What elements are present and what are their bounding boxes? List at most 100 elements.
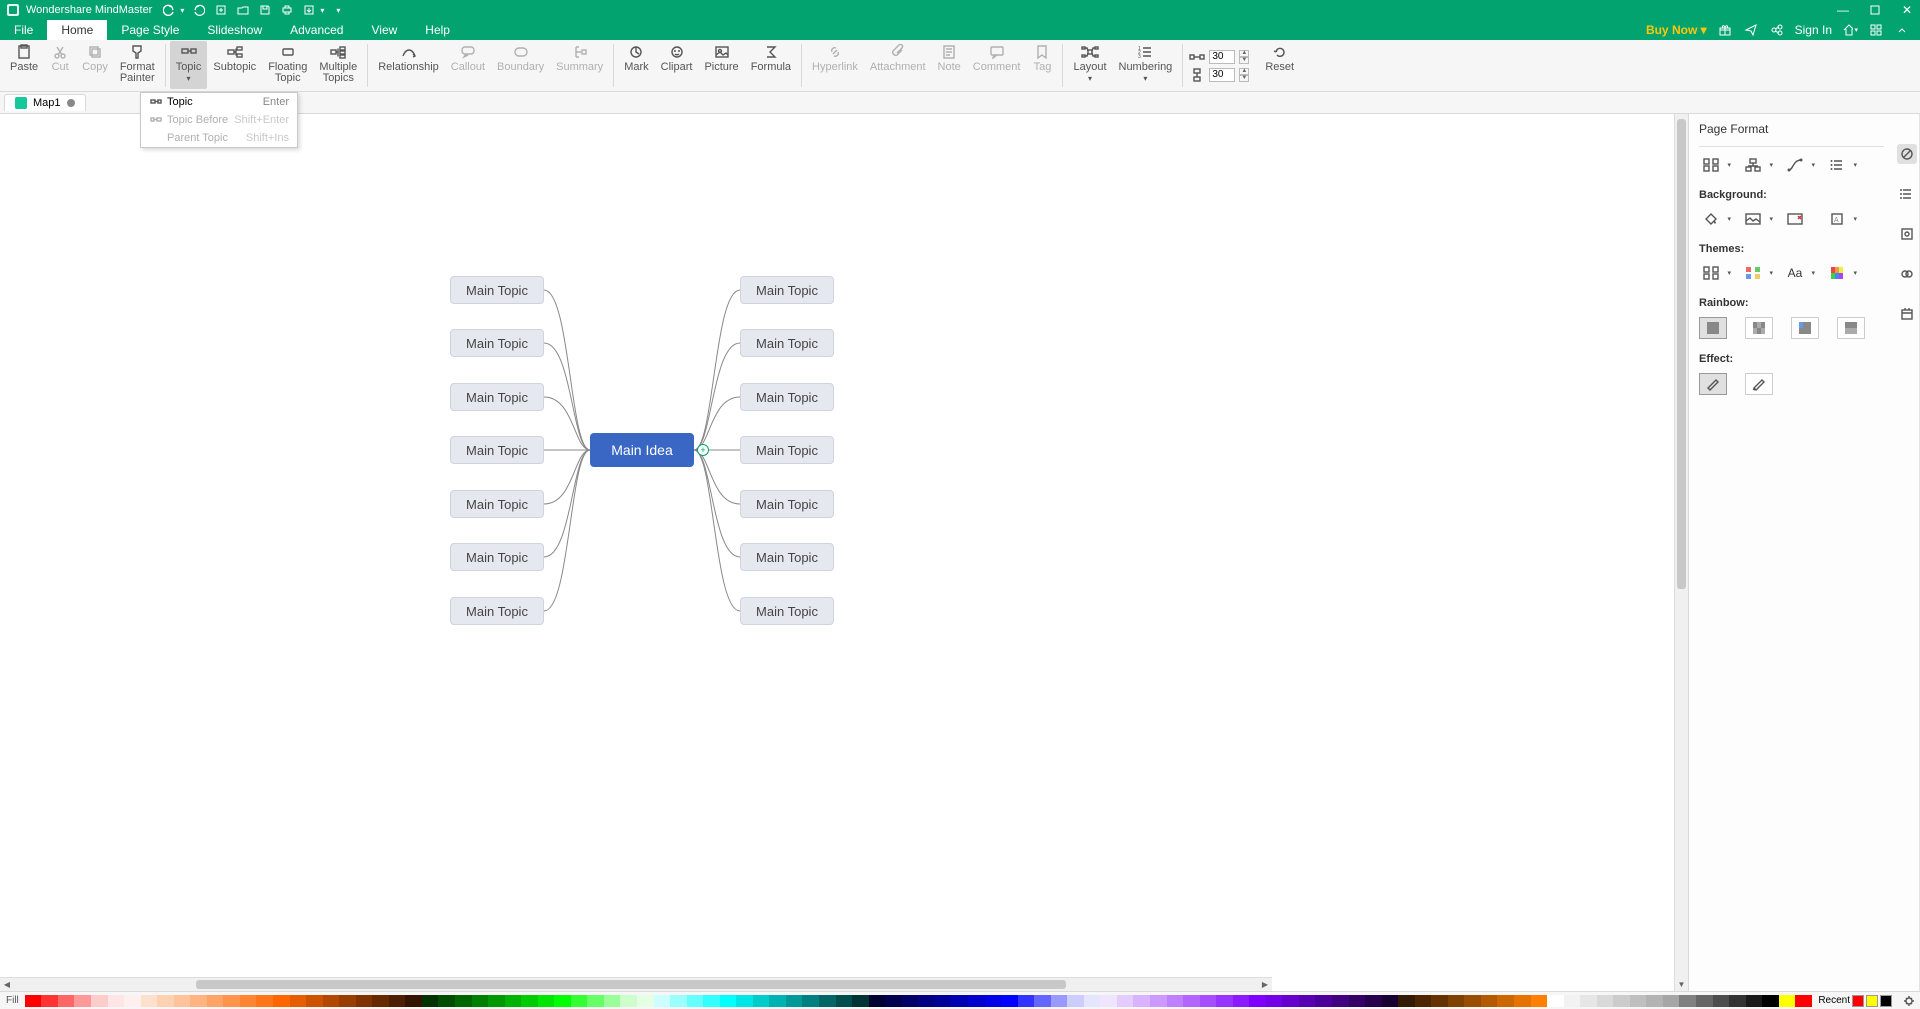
color-swatch[interactable] bbox=[1332, 995, 1349, 1007]
color-swatch[interactable] bbox=[720, 995, 737, 1007]
cut-button[interactable]: Cut bbox=[44, 41, 76, 89]
color-swatch[interactable] bbox=[670, 995, 687, 1007]
paste-button[interactable]: Paste bbox=[4, 41, 44, 89]
recent-color-swatch[interactable] bbox=[1866, 995, 1878, 1007]
vertical-scrollbar[interactable]: ▲ ▼ bbox=[1674, 114, 1688, 991]
theme-custom-button[interactable]: ▾ bbox=[1741, 155, 1765, 175]
right-topic-node[interactable]: Main Topic bbox=[740, 276, 834, 304]
menu-slideshow[interactable]: Slideshow bbox=[193, 20, 276, 40]
color-swatch[interactable] bbox=[290, 995, 307, 1007]
redo-icon[interactable] bbox=[192, 3, 206, 17]
color-swatch[interactable] bbox=[1167, 995, 1184, 1007]
horizontal-scrollbar[interactable]: ◀ ▶ bbox=[0, 977, 1272, 991]
open-icon[interactable] bbox=[236, 3, 250, 17]
export-icon[interactable] bbox=[302, 3, 316, 17]
color-swatch[interactable] bbox=[1216, 995, 1233, 1007]
color-swatch[interactable] bbox=[654, 995, 671, 1007]
left-topic-node[interactable]: Main Topic bbox=[450, 436, 544, 464]
layout-button[interactable]: Layout▾ bbox=[1067, 41, 1112, 89]
left-topic-node[interactable]: Main Topic bbox=[450, 490, 544, 518]
mark-button[interactable]: Mark bbox=[618, 41, 654, 89]
color-swatch[interactable] bbox=[1100, 995, 1117, 1007]
color-swatch[interactable] bbox=[405, 995, 422, 1007]
right-topic-node[interactable]: Main Topic bbox=[740, 329, 834, 357]
color-swatch[interactable] bbox=[869, 995, 886, 1007]
theme-rainbow-button[interactable]: ▾ bbox=[1825, 263, 1849, 283]
rainbow-option-2[interactable] bbox=[1745, 317, 1773, 339]
add-topic-handle[interactable]: + bbox=[697, 444, 709, 456]
color-swatch[interactable] bbox=[339, 995, 356, 1007]
color-swatch[interactable] bbox=[1200, 995, 1217, 1007]
color-swatch[interactable] bbox=[802, 995, 819, 1007]
hyperlink-button[interactable]: Hyperlink bbox=[806, 41, 864, 89]
multiple-topics-button[interactable]: Multiple Topics bbox=[313, 41, 363, 89]
color-swatch[interactable] bbox=[1762, 995, 1779, 1007]
color-swatch[interactable] bbox=[25, 995, 42, 1007]
color-swatch[interactable] bbox=[323, 995, 340, 1007]
floating-topic-button[interactable]: Floating Topic bbox=[262, 41, 313, 89]
color-swatch[interactable] bbox=[1547, 995, 1564, 1007]
color-swatch[interactable] bbox=[1001, 995, 1018, 1007]
color-swatch[interactable] bbox=[918, 995, 935, 1007]
color-swatch[interactable] bbox=[1448, 995, 1465, 1007]
tag-button[interactable]: Tag bbox=[1026, 41, 1058, 89]
color-swatch[interactable] bbox=[1382, 995, 1399, 1007]
color-swatch[interactable] bbox=[41, 995, 58, 1007]
color-swatch[interactable] bbox=[1365, 995, 1382, 1007]
theme-colors-button[interactable]: ▾ bbox=[1741, 263, 1765, 283]
color-swatch[interactable] bbox=[968, 995, 985, 1007]
menu-home[interactable]: Home bbox=[47, 20, 107, 40]
left-topic-node[interactable]: Main Topic bbox=[450, 597, 544, 625]
menu-file[interactable]: File bbox=[0, 20, 47, 40]
color-swatch[interactable] bbox=[620, 995, 637, 1007]
color-swatch[interactable] bbox=[1746, 995, 1763, 1007]
color-swatch[interactable] bbox=[74, 995, 91, 1007]
clipart-button[interactable]: Clipart bbox=[655, 41, 699, 89]
color-swatch[interactable] bbox=[1051, 995, 1068, 1007]
color-swatch[interactable] bbox=[240, 995, 257, 1007]
callout-button[interactable]: Callout bbox=[445, 41, 491, 89]
recent-color-swatch[interactable] bbox=[1852, 995, 1864, 1007]
color-swatch[interactable] bbox=[1034, 995, 1051, 1007]
menu-help[interactable]: Help bbox=[411, 20, 464, 40]
color-swatch[interactable] bbox=[256, 995, 273, 1007]
vertical-spacing-input[interactable] bbox=[1209, 68, 1235, 82]
document-tab[interactable]: Map1 bbox=[4, 94, 86, 111]
color-swatch[interactable] bbox=[1481, 995, 1498, 1007]
color-swatch[interactable] bbox=[306, 995, 323, 1007]
color-swatch[interactable] bbox=[819, 995, 836, 1007]
color-swatch[interactable] bbox=[1663, 995, 1680, 1007]
panel-tab-history-icon[interactable] bbox=[1897, 304, 1917, 324]
menu-advanced[interactable]: Advanced bbox=[276, 20, 357, 40]
share-icon[interactable] bbox=[1769, 22, 1785, 38]
color-swatch[interactable] bbox=[1117, 995, 1134, 1007]
subtopic-button[interactable]: Subtopic bbox=[207, 41, 262, 89]
color-swatch[interactable] bbox=[438, 995, 455, 1007]
color-swatch[interactable] bbox=[885, 995, 902, 1007]
buy-now-link[interactable]: Buy Now ▾ bbox=[1646, 23, 1707, 37]
color-swatch[interactable] bbox=[190, 995, 207, 1007]
right-topic-node[interactable]: Main Topic bbox=[740, 597, 834, 625]
export-dropdown-icon[interactable]: ▾ bbox=[320, 6, 324, 15]
left-topic-node[interactable]: Main Topic bbox=[450, 276, 544, 304]
vertical-scroll-thumb[interactable] bbox=[1677, 119, 1686, 589]
color-swatch[interactable] bbox=[1018, 995, 1035, 1007]
grid-icon[interactable] bbox=[1868, 22, 1884, 38]
canvas[interactable]: Main Idea + Main Topic Main Topic Main T… bbox=[0, 114, 1674, 991]
gift-icon[interactable] bbox=[1717, 22, 1733, 38]
color-swatch[interactable] bbox=[356, 995, 373, 1007]
color-swatch[interactable] bbox=[207, 995, 224, 1007]
color-swatch[interactable] bbox=[554, 995, 571, 1007]
color-swatch[interactable] bbox=[1415, 995, 1432, 1007]
menu-page-style[interactable]: Page Style bbox=[107, 20, 193, 40]
color-swatch[interactable] bbox=[1580, 995, 1597, 1007]
color-swatch[interactable] bbox=[1431, 995, 1448, 1007]
color-swatch[interactable] bbox=[703, 995, 720, 1007]
vertical-spacing-spinner[interactable]: ▲▼ bbox=[1189, 68, 1249, 82]
color-swatch[interactable] bbox=[1630, 995, 1647, 1007]
bg-fill-button[interactable]: ▾ bbox=[1699, 209, 1723, 229]
color-swatch[interactable] bbox=[1315, 995, 1332, 1007]
color-swatch[interactable] bbox=[1233, 995, 1250, 1007]
theme-gallery-button[interactable]: ▾ bbox=[1699, 263, 1723, 283]
color-swatch[interactable] bbox=[1464, 995, 1481, 1007]
